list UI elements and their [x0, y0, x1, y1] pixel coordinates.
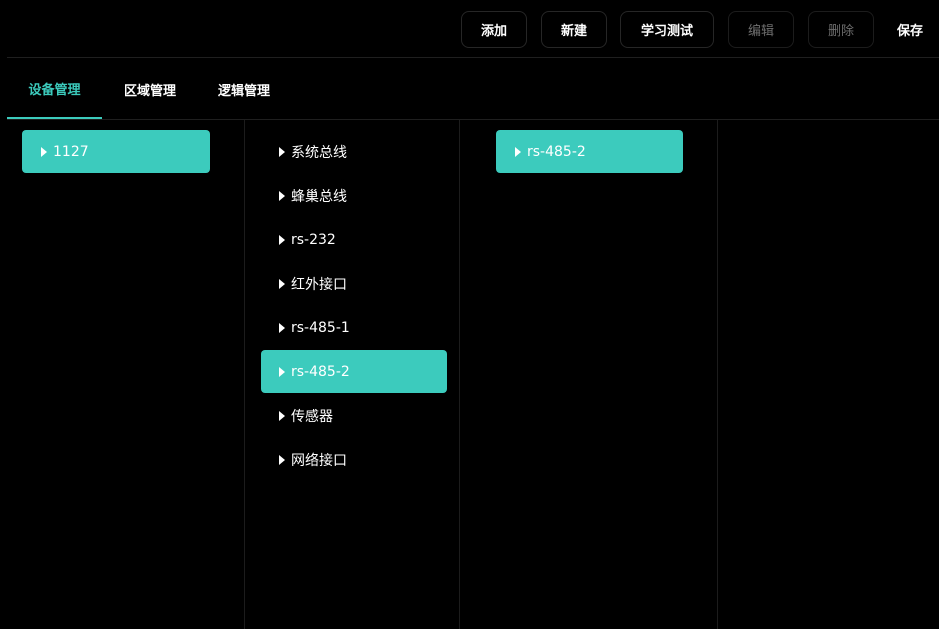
interface-item-label: 网络接口	[291, 452, 347, 469]
interface-item-rs-485-2[interactable]: rs-485-2	[261, 350, 447, 393]
detail-column	[717, 120, 939, 629]
caret-right-icon	[279, 454, 285, 465]
caret-right-icon	[41, 146, 47, 157]
caret-right-icon	[279, 146, 285, 157]
edit-button[interactable]: 编辑	[728, 11, 794, 48]
device-column: 1127	[7, 120, 224, 629]
interface-item-system-bus[interactable]: 系统总线	[261, 130, 447, 173]
device-item-1127[interactable]: 1127	[22, 130, 210, 173]
interface-item-label: 红外接口	[291, 276, 347, 293]
caret-right-icon	[279, 322, 285, 333]
device-item-label: 1127	[53, 143, 89, 160]
interface-item-label: 传感器	[291, 408, 333, 425]
interface-item-label: rs-485-2	[291, 363, 350, 380]
interface-item-network[interactable]: 网络接口	[261, 438, 447, 481]
toolbar: 添加 新建 学习测试 编辑 删除 保存	[7, 0, 939, 58]
add-button[interactable]: 添加	[461, 11, 527, 48]
app-page: 添加 新建 学习测试 编辑 删除 保存 设备管理 区域管理 逻辑管理 1127 …	[0, 0, 939, 629]
interface-item-rs-232[interactable]: rs-232	[261, 218, 447, 261]
tab-bar: 设备管理 区域管理 逻辑管理	[7, 59, 939, 120]
learn-test-button[interactable]: 学习测试	[620, 11, 714, 48]
new-button[interactable]: 新建	[541, 11, 607, 48]
interface-item-sensor[interactable]: 传感器	[261, 394, 447, 437]
caret-right-icon	[279, 366, 285, 377]
interface-item-infrared[interactable]: 红外接口	[261, 262, 447, 305]
caret-right-icon	[279, 278, 285, 289]
caret-right-icon	[279, 234, 285, 245]
caret-right-icon	[515, 146, 521, 157]
selected-interface-item-label: rs-485-2	[527, 143, 586, 160]
caret-right-icon	[279, 190, 285, 201]
selected-interface-column: rs-485-2	[480, 120, 697, 629]
interface-item-label: 蜂巢总线	[291, 188, 347, 205]
interface-item-label: rs-485-1	[291, 319, 350, 336]
interface-item-hive-bus[interactable]: 蜂巢总线	[261, 174, 447, 217]
interface-column: 系统总线 蜂巢总线 rs-232 红外接口 rs-485-1 rs-485-2 …	[244, 120, 460, 629]
delete-button[interactable]: 删除	[808, 11, 874, 48]
save-button[interactable]: 保存	[885, 11, 935, 48]
tab-device-management[interactable]: 设备管理	[7, 59, 102, 119]
interface-item-rs-485-1[interactable]: rs-485-1	[261, 306, 447, 349]
interface-item-label: 系统总线	[291, 144, 347, 161]
tab-logic-management[interactable]: 逻辑管理	[204, 59, 284, 119]
caret-right-icon	[279, 410, 285, 421]
tab-area-management[interactable]: 区域管理	[110, 59, 190, 119]
interface-item-label: rs-232	[291, 231, 336, 248]
selected-interface-item-rs-485-2[interactable]: rs-485-2	[496, 130, 683, 173]
